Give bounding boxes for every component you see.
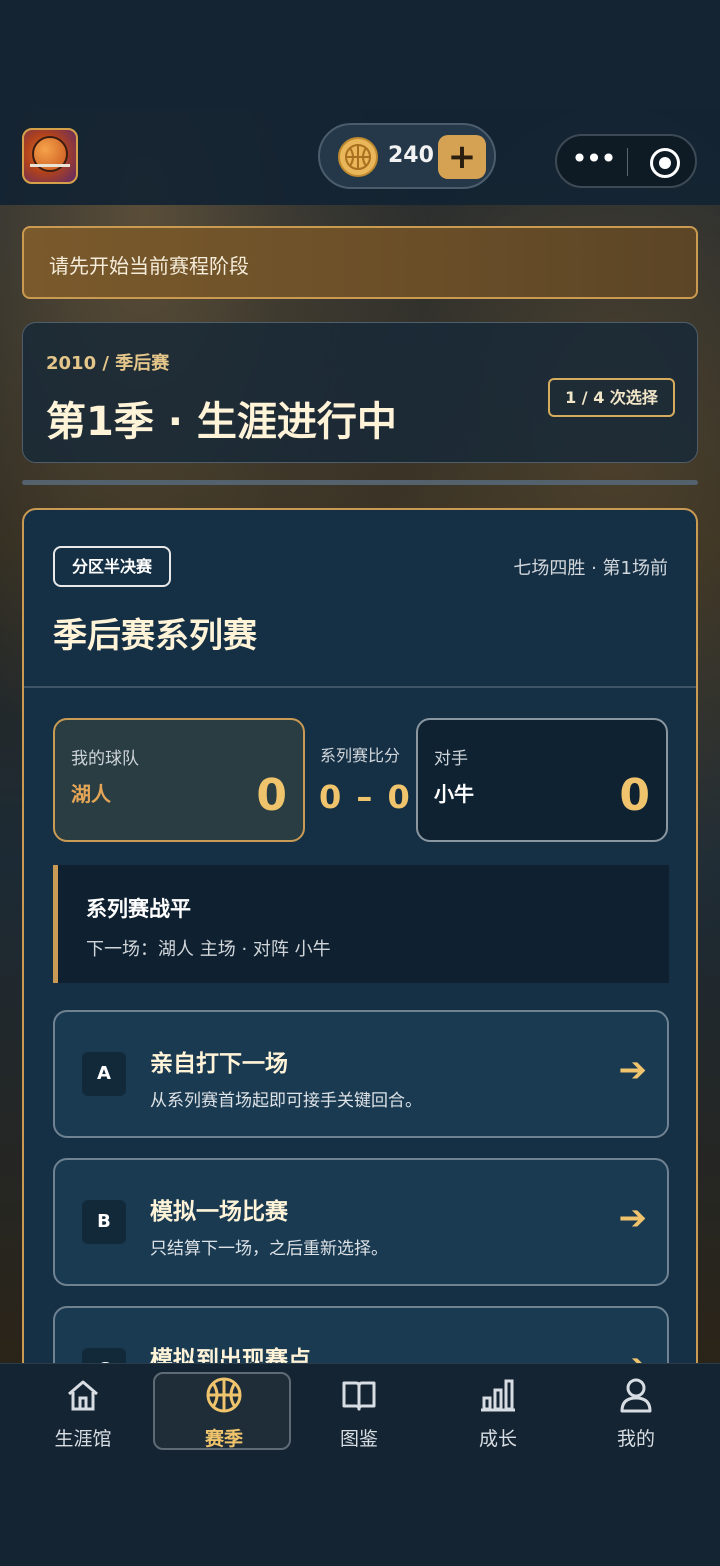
choice-count-badge: 1 / 4 次选择: [548, 378, 675, 417]
notice-banner: 请先开始当前赛程阶段: [22, 226, 698, 299]
season-subtitle: 2010 / 季后赛: [46, 353, 170, 374]
my-team-name: 湖人: [71, 782, 111, 806]
tab-label: 成长: [478, 1428, 517, 1450]
section-divider: [22, 480, 698, 485]
tab-collection[interactable]: 图鉴: [290, 1372, 428, 1450]
tab-growth[interactable]: 成长: [429, 1372, 567, 1450]
tab-label: 图鉴: [339, 1428, 378, 1450]
book-icon: [342, 1381, 376, 1411]
arrow-right-icon: ➔: [618, 1050, 648, 1090]
opponent-score: 0: [619, 770, 650, 821]
tab-label: 我的: [616, 1428, 655, 1450]
notice-text: 请先开始当前赛程阶段: [49, 254, 249, 278]
series-status-subtitle: 下一场：湖人 主场 · 对阵 小牛: [86, 939, 331, 960]
opponent-team-box: 对手 小牛 0: [416, 718, 668, 842]
round-badge: 分区半决赛: [53, 546, 171, 587]
option-title: 亲自打下一场: [150, 1051, 288, 1077]
home-icon: [68, 1380, 98, 1411]
bottom-tab-bar: 生涯馆 赛季 图鉴 成长 我的: [0, 1363, 720, 1566]
option-simulate-one-button[interactable]: B 模拟一场比赛 只结算下一场，之后重新选择。 ➔: [53, 1158, 669, 1286]
app-logo[interactable]: [22, 128, 78, 184]
my-team-score: 0: [256, 770, 287, 821]
option-letter: B: [82, 1200, 126, 1244]
my-team-label: 我的球队: [71, 749, 139, 769]
basketball-icon: [206, 1377, 242, 1413]
tab-profile[interactable]: 我的: [567, 1372, 705, 1450]
series-score: 0 – 0: [319, 778, 412, 816]
tab-label: 赛季: [204, 1428, 243, 1450]
series-status-title: 系列赛战平: [86, 897, 191, 921]
tab-career-hall[interactable]: 生涯馆: [14, 1372, 152, 1450]
option-title: 模拟一场比赛: [150, 1199, 288, 1225]
season-card: 2010 / 季后赛 第1季 · 生涯进行中 1 / 4 次选择: [22, 322, 698, 463]
bar-chart-icon: [481, 1379, 515, 1412]
tab-season[interactable]: 赛季: [153, 1372, 291, 1450]
arrow-right-icon: ➔: [618, 1198, 648, 1238]
capsule-divider: [627, 148, 628, 176]
option-play-next-button[interactable]: A 亲自打下一场 从系列赛首场起即可接手关键回合。 ➔: [53, 1010, 669, 1138]
option-description: 从系列赛首场起即可接手关键回合。: [150, 1091, 422, 1111]
more-menu-button[interactable]: •••: [571, 144, 617, 178]
series-status-box: 系列赛战平 下一场：湖人 主场 · 对阵 小牛: [53, 865, 669, 983]
coin-balance: 240 +: [318, 123, 496, 189]
status-bar-area: [0, 0, 720, 110]
season-title: 第1季 · 生涯进行中: [46, 399, 397, 445]
net-icon: [30, 164, 70, 182]
user-icon: [620, 1378, 652, 1413]
add-coins-button[interactable]: +: [438, 135, 486, 179]
series-title: 季后赛系列赛: [53, 616, 257, 656]
series-score-label: 系列赛比分: [320, 746, 401, 765]
coin-icon: [338, 137, 378, 177]
series-format: 七场四胜 · 第1场前: [513, 558, 668, 579]
option-description: 只结算下一场，之后重新选择。: [150, 1239, 388, 1259]
coin-count: 240: [388, 143, 434, 168]
tab-label: 生涯馆: [54, 1428, 112, 1450]
opponent-label: 对手: [434, 749, 468, 769]
my-team-box: 我的球队 湖人 0: [53, 718, 305, 842]
series-card: 分区半决赛 七场四胜 · 第1场前 季后赛系列赛 我的球队 湖人 0 系列赛比分…: [22, 508, 698, 1434]
opponent-name: 小牛: [434, 782, 474, 806]
close-target-icon[interactable]: [650, 148, 680, 178]
option-letter: A: [82, 1052, 126, 1096]
miniprogram-capsule: •••: [555, 134, 697, 188]
series-divider: [24, 686, 696, 688]
